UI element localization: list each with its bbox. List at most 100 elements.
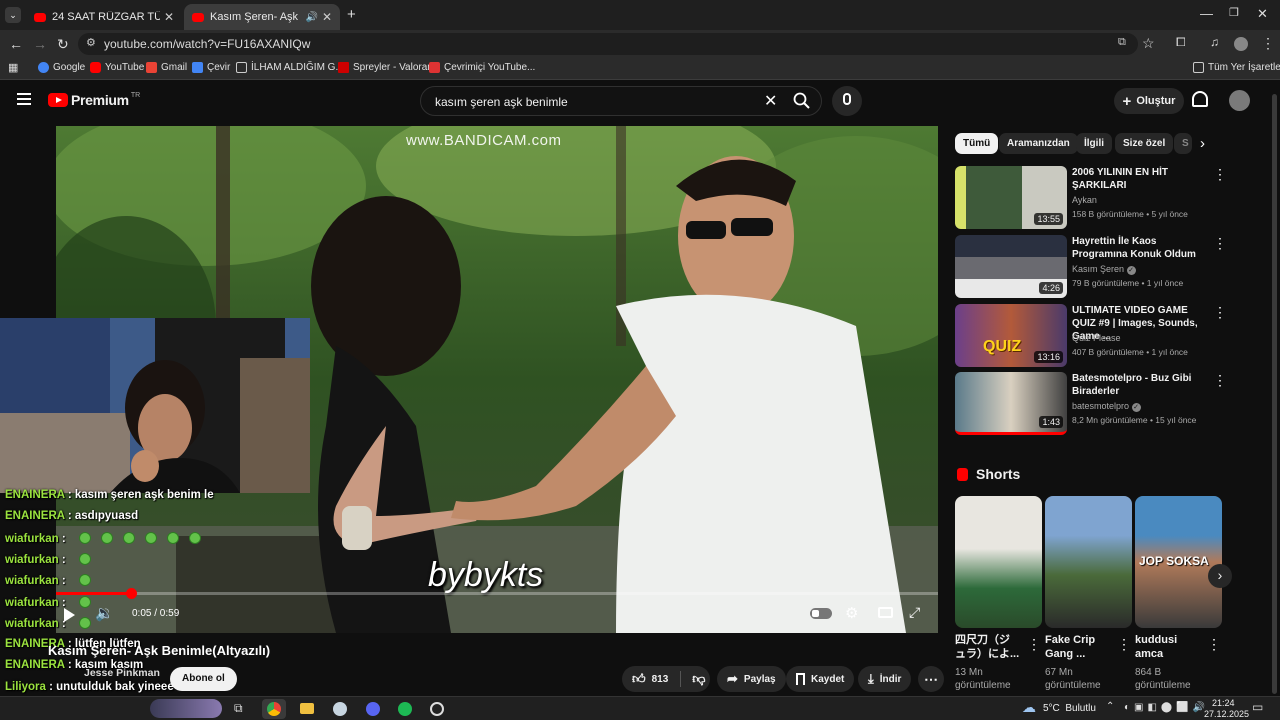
bookmark-youtube[interactable]: YouTube: [90, 62, 144, 73]
volume-icon[interactable]: 🔉: [95, 604, 114, 622]
tab-search-icon[interactable]: ⌄: [5, 7, 21, 23]
recommendation-item[interactable]: QUIZ 13:16 ULTIMATE VIDEO GAME QUIZ #9 |…: [955, 304, 1245, 368]
theater-mode-icon[interactable]: [878, 607, 893, 618]
clock-date[interactable]: 27.12.2025: [1204, 709, 1249, 719]
bookmark-folder[interactable]: İLHAM ALDIĞIM G...: [236, 62, 344, 73]
save-button[interactable]: Kaydet: [786, 666, 855, 692]
autoplay-toggle[interactable]: [810, 608, 832, 619]
youtube-favicon-icon: [192, 12, 204, 22]
chat-separator: :: [64, 510, 75, 522]
forward-icon[interactable]: →: [33, 36, 47, 52]
bookmark-all[interactable]: Tüm Yer İşaretleri: [1193, 62, 1280, 73]
more-actions-button[interactable]: ⋯: [918, 666, 944, 692]
chevron-right-icon[interactable]: ›: [1200, 135, 1205, 152]
site-info-icon[interactable]: ⚙: [86, 36, 96, 49]
bookmark-online-youtube[interactable]: Çevrimiçi YouTube...: [429, 62, 535, 73]
restore-icon[interactable]: ❐: [1229, 6, 1239, 19]
fullscreen-icon[interactable]: ⤢: [909, 604, 920, 621]
verified-check-icon: ✓: [1131, 403, 1141, 412]
chat-username: wiafurkan: [5, 618, 59, 630]
install-icon[interactable]: ⧉: [1118, 36, 1126, 49]
recommendation-item[interactable]: 13:55 2006 YILININ EN HİT ŞARKILARI Ayka…: [955, 166, 1245, 230]
media-control-icon[interactable]: ♫: [1210, 35, 1219, 49]
bookmark-gmail[interactable]: Gmail: [146, 62, 187, 73]
progress-bar[interactable]: [56, 588, 938, 599]
more-options-icon[interactable]: ⋮: [1027, 636, 1041, 653]
speaker-icon[interactable]: 🔊: [305, 12, 317, 23]
bookmark-google[interactable]: Google: [38, 62, 85, 73]
extensions-icon[interactable]: ⧠: [1176, 35, 1186, 50]
profile-avatar[interactable]: [1234, 37, 1248, 51]
recommendation-item[interactable]: 1:43 Batesmotelpro - Buz Gibi Biraderler…: [955, 372, 1245, 436]
progress-scrubber-handle[interactable]: [125, 588, 137, 599]
shorts-next-button[interactable]: ›: [1208, 564, 1232, 588]
more-options-icon[interactable]: ⋮: [1117, 636, 1131, 653]
notifications-bell-icon[interactable]: [1192, 91, 1208, 107]
chip-partial[interactable]: S: [1174, 133, 1192, 154]
new-tab-icon[interactable]: +: [347, 6, 356, 23]
short-thumbnail[interactable]: [1045, 496, 1132, 628]
chip-all[interactable]: Tümü: [955, 133, 999, 154]
close-icon[interactable]: ✕: [322, 10, 332, 24]
chat-text: kasım şeren aşk benim le: [74, 489, 214, 501]
more-options-icon[interactable]: ⋮: [1213, 304, 1227, 321]
youtube-premium-logo[interactable]: Premium TR: [48, 92, 140, 108]
close-icon[interactable]: ✕: [164, 10, 174, 24]
steam-icon[interactable]: [333, 702, 347, 716]
back-icon[interactable]: ←: [9, 36, 23, 52]
dislike-button[interactable]: 👎︎: [687, 671, 705, 687]
hamburger-menu-icon[interactable]: [17, 93, 31, 105]
recommendation-item[interactable]: 4:26 Hayrettin İle Kaos Programına Konuk…: [955, 235, 1245, 299]
menu-icon[interactable]: ⋮: [1261, 35, 1275, 52]
tab-kasim-seren[interactable]: Kasım Şeren- Aşk Benimle(Altyazılı) 🔊 ✕: [184, 4, 340, 30]
tab-wind-turbine[interactable]: 24 SAAT RÜZGAR TÜRBİNİNDE ✕: [26, 4, 182, 30]
clear-search-icon[interactable]: ✕: [764, 91, 777, 111]
address-bar[interactable]: ⚙ youtube.com/watch?v=FU16AXANIQw ⧉: [78, 33, 1138, 55]
voice-search-button[interactable]: [832, 86, 862, 116]
download-button[interactable]: ⤓ İndir: [858, 666, 912, 692]
like-button[interactable]: 👍︎ 813: [622, 671, 668, 687]
chat-username: Liliyora: [5, 681, 46, 693]
minimize-icon[interactable]: —: [1200, 6, 1213, 21]
spotify-icon[interactable]: [398, 702, 412, 716]
short-thumbnail-text: JOP SOKSA: [1139, 554, 1209, 568]
more-options-icon[interactable]: ⋮: [1207, 636, 1221, 653]
chip-related[interactable]: İlgili: [1076, 133, 1112, 154]
bookmark-translate[interactable]: Çevir: [192, 62, 230, 73]
notification-icon[interactable]: ▭: [1252, 700, 1263, 714]
discord-icon[interactable]: [366, 702, 380, 716]
bookmark-star-icon[interactable]: ☆: [1142, 35, 1155, 52]
share-button[interactable]: ➦ Paylaş: [717, 666, 786, 692]
subscribe-button[interactable]: Abone ol: [170, 667, 237, 691]
chrome-icon[interactable]: [262, 699, 286, 719]
obs-icon[interactable]: [430, 702, 444, 716]
more-options-icon[interactable]: ⋮: [1213, 235, 1227, 252]
chip-from-search[interactable]: Aramanızdan: [999, 133, 1078, 154]
window-close-icon[interactable]: ✕: [1257, 6, 1268, 22]
chip-for-you[interactable]: Size özel: [1115, 133, 1174, 154]
short-thumbnail[interactable]: JOP SOKSA: [1135, 496, 1222, 628]
apps-icon[interactable]: ▦: [8, 61, 18, 74]
search-box[interactable]: kasım şeren aşk benimle ✕: [420, 86, 822, 116]
create-button[interactable]: + Oluştur: [1114, 88, 1184, 114]
more-options-icon[interactable]: ⋮: [1213, 372, 1227, 389]
settings-gear-icon[interactable]: ⚙: [845, 604, 858, 622]
task-view-icon[interactable]: ⧉: [234, 701, 243, 716]
clock-time[interactable]: 21:24: [1212, 698, 1235, 708]
account-avatar[interactable]: [1229, 90, 1250, 111]
play-button[interactable]: [64, 608, 75, 622]
reload-icon[interactable]: ↻: [57, 36, 69, 53]
tray-icons[interactable]: ◐▣◧⬤⬜🔊: [1124, 702, 1209, 713]
tray-chevron-icon[interactable]: ⌃: [1106, 701, 1114, 712]
search-button[interactable]: [784, 87, 820, 115]
channel-name[interactable]: Jesse Pinkman: [84, 667, 160, 679]
weather-text[interactable]: 5°C Bulutlu: [1043, 703, 1096, 714]
search-input[interactable]: kasım şeren aşk benimle: [435, 95, 568, 109]
more-options-icon[interactable]: ⋮: [1213, 166, 1227, 183]
file-explorer-icon[interactable]: [300, 703, 314, 714]
bookmark-valorant[interactable]: Spreyler - Valorant: [338, 62, 436, 73]
search-widget[interactable]: [150, 699, 222, 718]
page-scrollbar[interactable]: [1272, 94, 1277, 694]
short-views: 13 Mn görüntüleme: [955, 667, 1011, 691]
short-thumbnail[interactable]: [955, 496, 1042, 628]
